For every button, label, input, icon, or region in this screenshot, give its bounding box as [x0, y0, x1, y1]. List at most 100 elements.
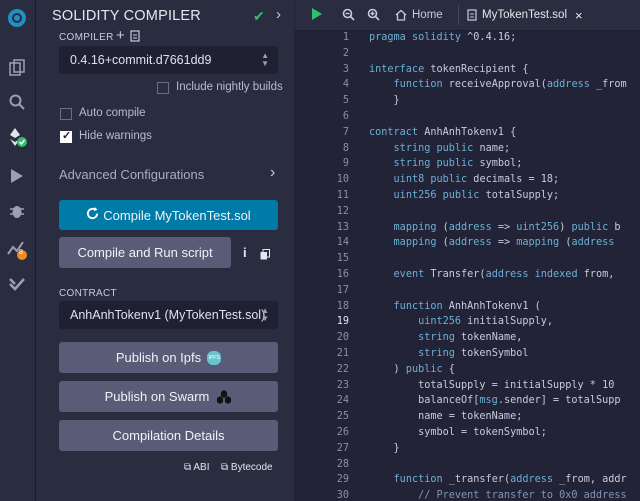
- line-number: 30: [336, 490, 349, 501]
- compile-button-label: Compile MyTokenTest.sol: [103, 207, 251, 223]
- line-number: 18: [336, 300, 349, 312]
- line-number: 8: [342, 142, 349, 154]
- swarm-icon: [216, 389, 232, 404]
- solidity-compiler-icon[interactable]: [5, 125, 29, 149]
- abi-copy-link[interactable]: ⧉ ABI: [184, 462, 210, 473]
- chevron-right-icon[interactable]: ›: [270, 164, 275, 182]
- check-icon[interactable]: [5, 272, 29, 296]
- line-number: 10: [336, 174, 349, 186]
- line-number: 21: [336, 348, 349, 359]
- copy-icon[interactable]: [260, 247, 270, 265]
- code-line[interactable]: pragma solidity ^0.4.16;: [369, 32, 516, 43]
- refresh-icon: [86, 207, 99, 223]
- file-icon: [467, 9, 477, 21]
- line-number: 15: [336, 253, 349, 265]
- tab-mytokentest[interactable]: MyTokenTest.sol ×: [467, 0, 583, 30]
- compilation-details-label: Compilation Details: [112, 428, 225, 443]
- line-number: 6: [342, 111, 349, 122]
- plugin-badge: 8: [19, 249, 23, 256]
- code-editor[interactable]: 1 pragma solidity ^0.4.16; 2 3 interface tok…: [295, 31, 640, 501]
- tab-home[interactable]: Home: [395, 0, 443, 30]
- file-icon[interactable]: [130, 29, 140, 47]
- advanced-configurations-toggle[interactable]: Advanced Configurations: [59, 167, 204, 182]
- zoom-in-icon[interactable]: [367, 8, 380, 26]
- copy-icon: ⧉: [184, 462, 192, 473]
- line-number: 11: [336, 190, 349, 201]
- file-explorer-icon[interactable]: [5, 56, 29, 80]
- analytics-icon[interactable]: 8: [5, 237, 29, 261]
- chevron-right-icon[interactable]: ›: [276, 6, 281, 23]
- code-line[interactable]: totalSupply = initialSupply * 10: [369, 380, 620, 391]
- close-icon[interactable]: ×: [575, 8, 583, 23]
- publish-swarm-button[interactable]: Publish on Swarm: [59, 381, 278, 412]
- code-line[interactable]: // Prevent transfer to 0x0 address: [369, 490, 627, 501]
- line-number: 16: [336, 269, 349, 280]
- publish-ipfs-button[interactable]: Publish on Ipfs IPFS: [59, 342, 278, 373]
- contract-label: CONTRACT: [59, 288, 117, 299]
- code-line[interactable]: contract AnhAnhTokenv1 {: [369, 127, 516, 138]
- contract-value: AnhAnhTokenv1 (MyTokenTest.sol): [70, 308, 266, 322]
- select-arrows-icon: ▲ ▼: [261, 51, 269, 68]
- code-line[interactable]: uint256 initialSupply,: [369, 316, 553, 327]
- code-line[interactable]: ) public {: [369, 364, 455, 375]
- line-number: 26: [336, 427, 349, 438]
- code-line[interactable]: symbol = tokenSymbol;: [369, 427, 547, 438]
- zoom-out-icon[interactable]: [342, 8, 355, 26]
- code-line[interactable]: event Transfer(address indexed from,: [369, 269, 621, 280]
- line-number: 19: [336, 316, 349, 328]
- line-number: 25: [336, 411, 349, 423]
- code-line[interactable]: interface tokenRecipient {: [369, 64, 528, 75]
- code-line[interactable]: string public name;: [369, 143, 511, 154]
- compile-and-run-label: Compile and Run script: [77, 245, 213, 260]
- include-nightly-label: Include nightly builds: [176, 81, 283, 93]
- auto-compile-checkbox[interactable]: [60, 108, 72, 120]
- line-number: 9: [342, 158, 349, 170]
- code-line[interactable]: string tokenName,: [369, 332, 522, 343]
- code-line[interactable]: mapping (address => mapping (address: [369, 237, 621, 248]
- code-line[interactable]: uint8 public decimals = 18;: [369, 174, 560, 185]
- run-play-icon[interactable]: [311, 7, 323, 26]
- include-nightly-checkbox[interactable]: [157, 82, 169, 94]
- add-icon[interactable]: +: [116, 27, 125, 44]
- code-line[interactable]: mapping (address => uint256) public b: [369, 222, 621, 233]
- line-number: 13: [336, 221, 349, 233]
- deploy-run-icon[interactable]: [5, 164, 29, 188]
- code-line[interactable]: function _transfer(address _from, addr: [369, 474, 627, 485]
- code-line[interactable]: name = tokenName;: [369, 411, 522, 422]
- editor-tab-bar: Home MyTokenTest.sol ×: [295, 0, 640, 31]
- line-number: 7: [342, 126, 349, 138]
- line-number: 14: [336, 237, 349, 249]
- icon-rail: 8: [0, 0, 36, 501]
- compiler-label: COMPILER: [59, 32, 114, 43]
- compile-button[interactable]: Compile MyTokenTest.sol: [59, 200, 278, 230]
- code-line[interactable]: }: [369, 95, 400, 106]
- debugger-icon[interactable]: [5, 199, 29, 223]
- code-line[interactable]: }: [369, 443, 400, 454]
- line-number: 20: [336, 332, 349, 344]
- code-line[interactable]: string tokenSymbol: [369, 348, 528, 359]
- code-line[interactable]: function AnhAnhTokenv1 (: [369, 301, 541, 312]
- abi-label: ABI: [193, 462, 210, 473]
- code-line[interactable]: uint256 public totalSupply;: [369, 190, 560, 201]
- remix-logo-icon[interactable]: [5, 6, 29, 30]
- contract-select[interactable]: AnhAnhTokenv1 (MyTokenTest.sol) ▲ ▼: [59, 301, 278, 329]
- code-line[interactable]: balanceOf[msg.sender] = totalSupp: [369, 395, 620, 406]
- publish-swarm-label: Publish on Swarm: [104, 389, 210, 404]
- compile-and-run-button[interactable]: Compile and Run script: [59, 237, 231, 268]
- home-icon: [395, 9, 407, 21]
- line-number: 29: [336, 474, 349, 486]
- success-check-icon: ✔: [253, 8, 265, 24]
- code-line[interactable]: string public symbol;: [369, 158, 523, 169]
- search-icon[interactable]: [5, 90, 29, 114]
- tab-home-label: Home: [412, 9, 443, 21]
- line-number: 3: [342, 63, 349, 75]
- panel-title: SOLIDITY COMPILER: [52, 8, 201, 24]
- line-number: 17: [336, 284, 349, 296]
- hide-warnings-checkbox[interactable]: [60, 129, 72, 143]
- compilation-details-button[interactable]: Compilation Details: [59, 420, 278, 451]
- code-line[interactable]: function receiveApproval(address _from: [369, 79, 627, 90]
- bytecode-copy-link[interactable]: ⧉ Bytecode: [221, 462, 273, 473]
- info-icon[interactable]: i: [243, 245, 247, 260]
- compiler-version-select[interactable]: 0.4.16+commit.d7661dd9 ▲ ▼: [59, 46, 278, 74]
- line-number: 27: [336, 442, 349, 454]
